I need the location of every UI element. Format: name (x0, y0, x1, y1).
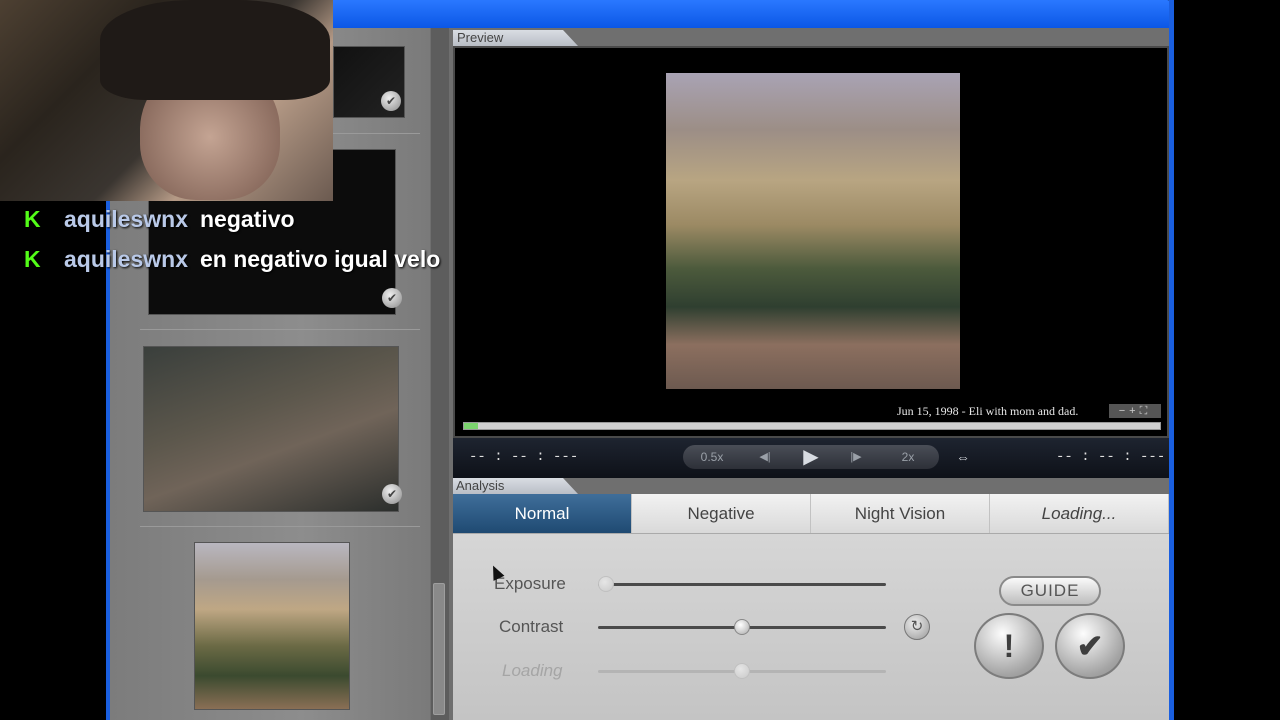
play-icon[interactable]: ▶ (796, 445, 826, 469)
tab-loading[interactable]: Loading... (990, 494, 1169, 533)
confirm-check-button[interactable]: ✔ (1055, 613, 1125, 679)
thumbnail-4-selected[interactable] (194, 542, 350, 710)
window-title-bar (333, 0, 1173, 28)
tab-night-vision[interactable]: Night Vision (811, 494, 990, 533)
contrast-label: Contrast (499, 617, 564, 636)
window-border-right (1169, 0, 1174, 720)
exposure-slider-knob[interactable] (598, 576, 614, 592)
alert-button[interactable]: ! (974, 613, 1044, 679)
webcam-hair (100, 0, 330, 100)
step-back-icon[interactable]: ◀| (750, 445, 780, 469)
speed-fast-button[interactable]: 2x (888, 445, 928, 469)
time-total: -- : -- : --- (1056, 449, 1166, 465)
kick-logo-icon: K (24, 206, 41, 232)
playback-progress-bar[interactable] (463, 422, 1161, 430)
chat-message: Kaquileswnx en negativo igual velo (24, 246, 440, 273)
divider (140, 329, 420, 330)
tab-normal[interactable]: Normal (453, 494, 632, 533)
thumbnail-3[interactable] (143, 346, 399, 512)
kick-logo-icon: K (24, 246, 41, 272)
loop-icon[interactable]: ⇔ (953, 447, 973, 467)
scrollbar-thumb[interactable] (433, 583, 445, 715)
speed-slow-button[interactable]: 0.5x (690, 445, 734, 469)
loading-label: Loading (502, 661, 563, 680)
chat-text: en negativo igual velo (199, 246, 441, 272)
thumbnail-check-icon[interactable]: ✔ (382, 288, 402, 308)
guide-button[interactable]: GUIDE (999, 576, 1101, 606)
chat-username: aquileswnx (64, 206, 188, 232)
loading-slider-knob (734, 663, 750, 679)
analysis-mode-tabs: Normal Negative Night Vision Loading... (453, 494, 1169, 534)
preview-photo (666, 73, 960, 389)
chat-text: negativo (199, 206, 295, 232)
time-current: -- : -- : --- (469, 449, 579, 465)
exposure-label: Exposure (494, 574, 566, 593)
loading-slider-track (598, 663, 886, 679)
divider (140, 526, 420, 527)
exposure-slider-track[interactable] (598, 576, 886, 592)
thumbnail-scrollbar[interactable] (431, 28, 449, 720)
preview-tab: Preview (453, 30, 578, 46)
chat-message: Kaquileswnx negativo (24, 206, 295, 233)
chat-username: aquileswnx (64, 246, 188, 272)
tab-negative[interactable]: Negative (632, 494, 811, 533)
reset-icon[interactable]: ↻ (904, 614, 930, 640)
photo-caption: Jun 15, 1998 - Eli with mom and dad. (897, 404, 1079, 418)
contrast-slider-track[interactable] (598, 619, 886, 635)
webcam-overlay (0, 0, 333, 201)
step-forward-icon[interactable]: |▶ (841, 445, 871, 469)
progress-fill (464, 423, 478, 429)
contrast-slider-knob[interactable] (734, 619, 750, 635)
zoom-controls[interactable]: −+⛶ (1109, 404, 1161, 418)
analysis-tab: Analysis (453, 478, 578, 494)
thumbnail-check-icon[interactable]: ✔ (381, 91, 401, 111)
thumbnail-check-icon[interactable]: ✔ (382, 484, 402, 504)
